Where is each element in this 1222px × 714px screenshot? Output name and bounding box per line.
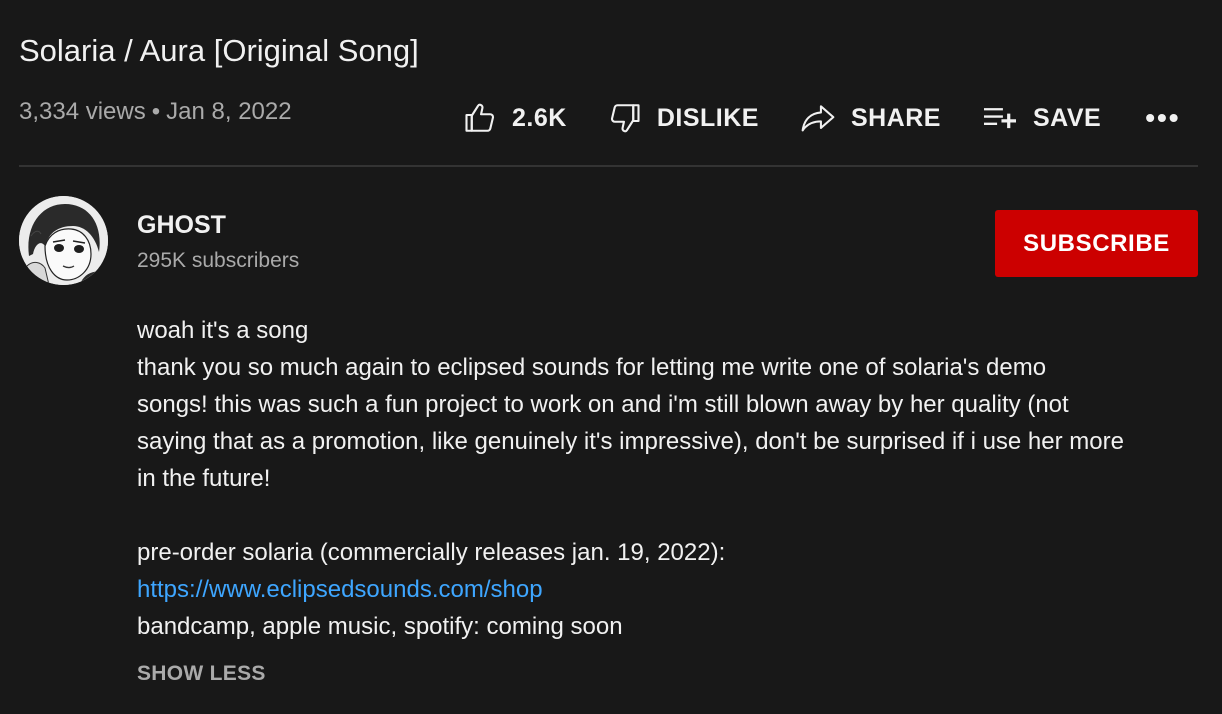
dislike-button[interactable]: DISLIKE xyxy=(607,100,759,136)
thumbs-down-icon xyxy=(607,100,643,136)
playlist-add-icon xyxy=(981,102,1019,134)
subscribe-button[interactable]: SUBSCRIBE xyxy=(995,210,1198,277)
description-line: thank you so much again to eclipsed soun… xyxy=(137,354,1047,381)
video-description: woah it's a song thank you so much again… xyxy=(137,312,1207,645)
share-button[interactable]: SHARE xyxy=(799,100,941,136)
description-line: songs! this was such a fun project to wo… xyxy=(137,391,1069,418)
like-count: 2.6K xyxy=(512,103,567,132)
upload-date: Jan 8, 2022 xyxy=(166,98,292,125)
meta-separator: • xyxy=(151,98,161,125)
action-bar: 2.6K DISLIKE SHARE SAVE ••• xyxy=(462,96,1181,140)
subscriber-count: 295K subscribers xyxy=(137,249,300,272)
dislike-label: DISLIKE xyxy=(656,103,759,132)
description-line: woah it's a song xyxy=(137,317,309,344)
description-line: saying that as a promotion, like genuine… xyxy=(137,428,1124,455)
description-line: in the future! xyxy=(137,465,271,492)
channel-name[interactable]: GHOST xyxy=(137,211,226,240)
video-info-panel: Solaria / Aura [Original Song] 3,334 vie… xyxy=(0,0,1222,714)
like-button[interactable]: 2.6K xyxy=(462,100,567,136)
video-title: Solaria / Aura [Original Song] xyxy=(19,33,419,68)
share-arrow-icon xyxy=(799,100,837,136)
view-count: 3,334 views xyxy=(19,98,146,125)
divider xyxy=(19,165,1198,167)
thumbs-up-icon xyxy=(462,100,498,136)
description-link-line: https://www.eclipsedsounds.com/shop xyxy=(137,571,1207,608)
shop-link[interactable]: https://www.eclipsedsounds.com/shop xyxy=(137,576,543,603)
more-actions-button[interactable]: ••• xyxy=(1145,102,1180,134)
channel-avatar[interactable] xyxy=(19,196,108,285)
show-less-button[interactable]: SHOW LESS xyxy=(137,662,266,686)
video-meta: 3,334 views • Jan 8, 2022 xyxy=(19,98,292,126)
description-spacer xyxy=(137,497,1207,534)
more-horizontal-icon: ••• xyxy=(1145,102,1181,133)
save-label: SAVE xyxy=(1032,103,1102,132)
description-line: pre-order solaria (commercially releases… xyxy=(137,539,726,566)
save-button[interactable]: SAVE xyxy=(981,102,1101,134)
share-label: SHARE xyxy=(850,103,941,132)
avatar-illustration xyxy=(19,196,108,285)
description-line: bandcamp, apple music, spotify: coming s… xyxy=(137,613,623,640)
